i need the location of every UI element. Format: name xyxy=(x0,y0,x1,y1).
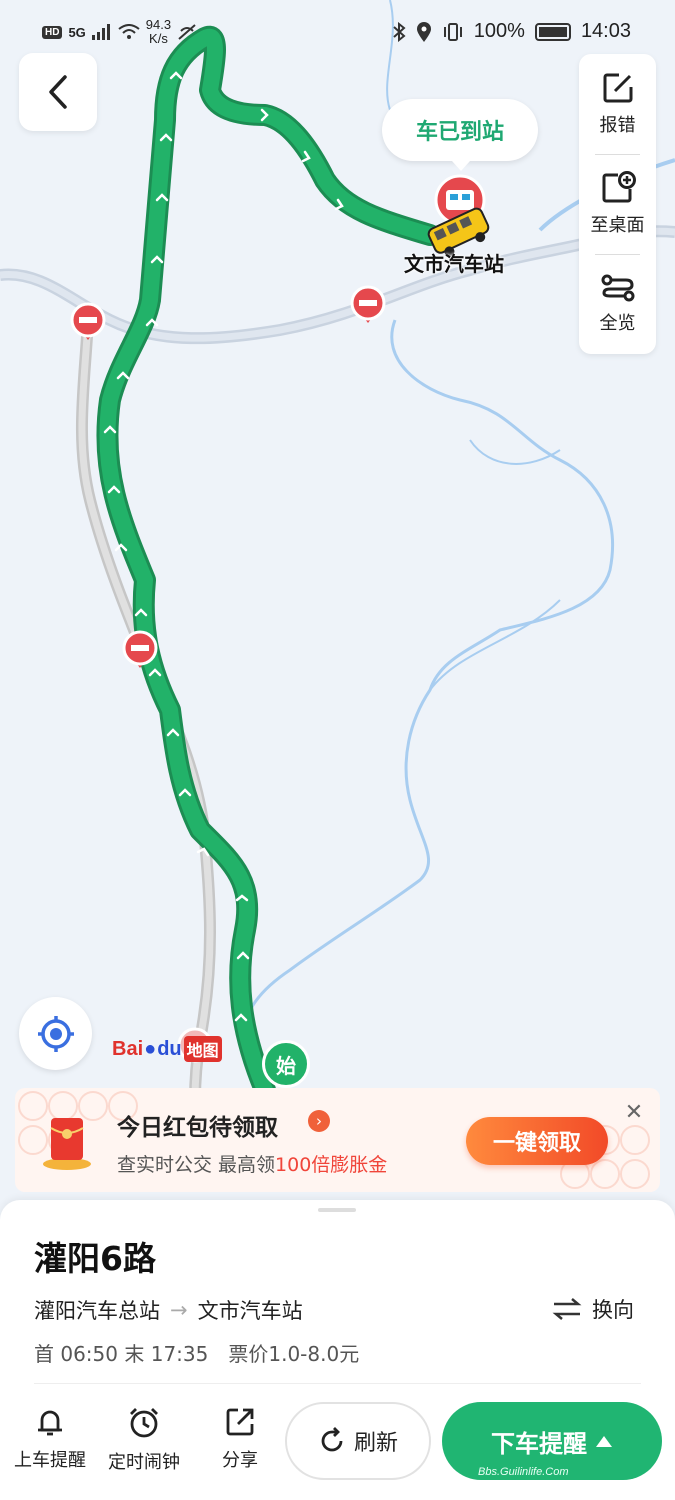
wifi-icon xyxy=(118,24,140,39)
route-sheet: 灌阳6路 灌阳汽车总站 → 文市汽车站 换向 首 06:50 末 17:35 票… xyxy=(0,1200,675,1500)
edit-icon xyxy=(603,73,632,103)
refresh-button[interactable]: 刷新 xyxy=(285,1402,431,1480)
first-bus-label: 首 xyxy=(34,1342,54,1366)
battery-icon xyxy=(534,22,571,41)
report-error-label: 报错 xyxy=(599,115,636,135)
boarding-alert-button[interactable]: 上车提醒 xyxy=(14,1406,86,1472)
add-to-desktop-label: 至桌面 xyxy=(590,215,645,235)
start-marker[interactable]: 始 xyxy=(262,1040,310,1088)
watermark: Bbs.Guilinlife.Com xyxy=(478,1466,569,1478)
route-from: 灌阳汽车总站 xyxy=(34,1299,160,1323)
promo-title: 今日红包待领取 xyxy=(117,1115,278,1141)
arrow-right-icon: → xyxy=(170,1298,188,1322)
last-bus-time: 17:35 xyxy=(150,1342,209,1366)
battery-percent: 100% xyxy=(473,20,525,42)
last-bus-label: 末 xyxy=(124,1342,145,1366)
refresh-icon xyxy=(321,1427,343,1452)
route-to: 文市汽车站 xyxy=(197,1299,303,1323)
paw-icon: ● xyxy=(144,1037,157,1060)
signal-icon xyxy=(91,24,110,40)
chevron-left-icon xyxy=(49,75,67,109)
sheet-handle[interactable] xyxy=(318,1208,356,1212)
route-direction: 灌阳汽车总站 → 文市汽车站 xyxy=(34,1295,303,1325)
report-error-button[interactable]: 报错 xyxy=(579,54,656,154)
bluetooth-icon xyxy=(393,21,406,42)
route-name: 灌阳6路 xyxy=(34,1239,156,1278)
close-icon[interactable]: ✕ xyxy=(622,1100,646,1125)
swap-icon xyxy=(552,1298,582,1320)
locate-button[interactable] xyxy=(19,997,92,1070)
arrived-bubble: 车已到站 xyxy=(382,99,538,171)
clock: 14:03 xyxy=(580,20,631,42)
swap-direction-button[interactable]: 换向 xyxy=(552,1294,634,1324)
map-toolbar: 报错 至桌面 全览 xyxy=(579,54,656,354)
network-speed: 94.3 K/s xyxy=(145,17,172,46)
back-button[interactable] xyxy=(19,53,97,131)
vibrate-icon xyxy=(443,22,462,41)
baidu-map-logo: Bai ● du 地图 xyxy=(112,1036,222,1062)
route-overview-icon xyxy=(601,274,634,302)
claim-button[interactable]: 一键领取 xyxy=(466,1117,608,1165)
add-to-desktop-button[interactable]: 至桌面 xyxy=(579,154,656,254)
red-packet-icon xyxy=(43,1118,91,1170)
status-bar: HD 5G 94.3 K/s 100% 14:03 xyxy=(0,0,675,64)
route-schedule: 首 06:50 末 17:35 票价1.0-8.0元 xyxy=(34,1338,359,1367)
fare: 票价1.0-8.0元 xyxy=(228,1342,360,1366)
timer-alarm-button[interactable]: 定时闹钟 xyxy=(108,1406,180,1474)
add-desktop-icon xyxy=(602,171,636,203)
share-icon xyxy=(226,1408,254,1436)
network-type: 5G xyxy=(68,24,86,40)
location-icon xyxy=(416,21,431,42)
share-button[interactable]: 分享 xyxy=(222,1406,258,1472)
overview-button[interactable]: 全览 xyxy=(579,254,656,354)
crosshair-icon xyxy=(37,1015,74,1052)
hd-badge: HD xyxy=(42,25,63,39)
caret-up-icon xyxy=(596,1436,612,1447)
overview-label: 全览 xyxy=(599,313,636,333)
chevron-right-icon[interactable]: › xyxy=(308,1110,330,1132)
bell-icon xyxy=(38,1410,62,1436)
station-label[interactable]: 文市汽车站 xyxy=(404,248,504,277)
promo-subtitle: 查实时公交 最高领100倍膨胀金 xyxy=(117,1154,388,1176)
nfc-icon xyxy=(178,24,196,40)
red-packet-banner[interactable]: 今日红包待领取 › 查实时公交 最高领100倍膨胀金 一键领取 ✕ xyxy=(15,1088,660,1192)
alarm-clock-icon xyxy=(130,1408,158,1438)
first-bus-time: 06:50 xyxy=(60,1342,118,1366)
